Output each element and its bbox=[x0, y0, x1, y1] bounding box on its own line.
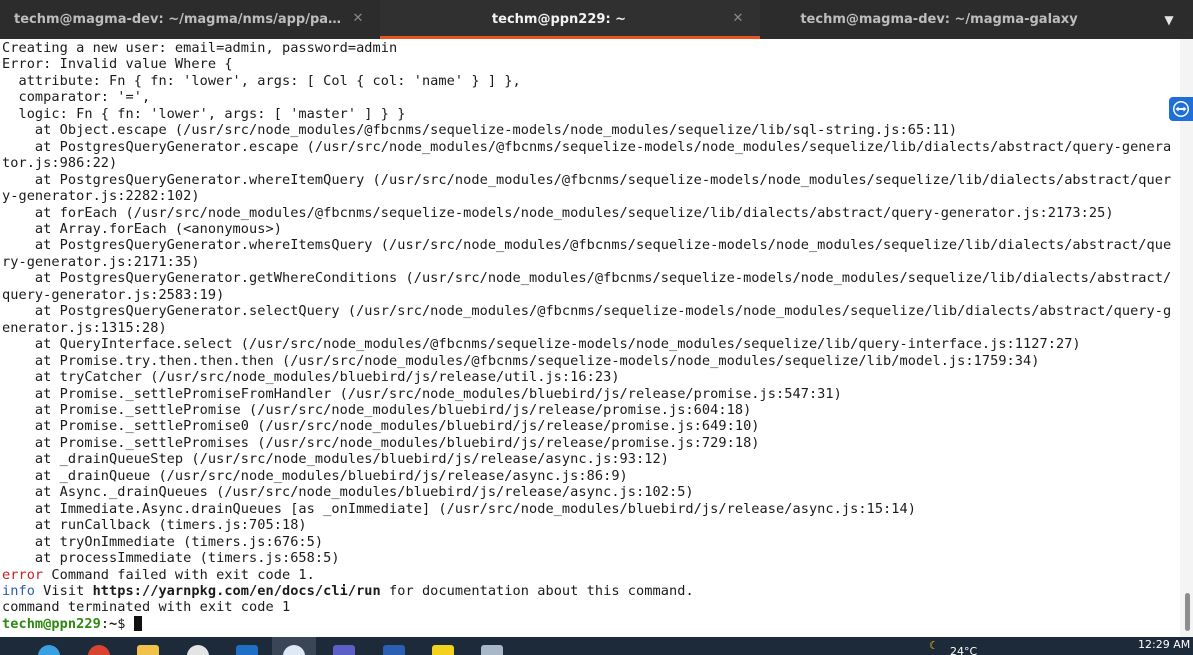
terminated-line: command terminated with exit code 1 bbox=[2, 599, 291, 616]
terminal-line: at Promise._settlePromiseFromHandler (/u… bbox=[34, 385, 842, 402]
close-icon[interactable]: ✕ bbox=[730, 11, 746, 27]
word-icon[interactable] bbox=[383, 645, 405, 655]
terminal-line: at PostgresQueryGenerator.getWhereCondit… bbox=[34, 270, 1172, 287]
chevron-down-icon[interactable]: ▼ bbox=[1161, 12, 1177, 28]
terminal-line: logic: Fn { fn: 'lower', args: [ 'master… bbox=[18, 105, 406, 122]
shell-prompt: techm@ppn229:~$ bbox=[2, 615, 142, 632]
terminal-line: at PostgresQueryGenerator.whereItemsQuer… bbox=[34, 237, 1172, 254]
tab-ppn229[interactable]: techm@ppn229: ~ ✕ bbox=[380, 0, 760, 39]
text-cursor bbox=[133, 615, 142, 631]
terminal-line: enerator.js:1315:28) bbox=[2, 319, 167, 336]
info-prefix: Visit bbox=[34, 582, 93, 599]
tab-bar: techm@magma-dev: ~/magma/nms/app/packag.… bbox=[0, 0, 1193, 39]
terminal-line: at Promise._settlePromise (/usr/src/node… bbox=[34, 401, 752, 418]
tab-title: techm@magma-dev: ~/magma/nms/app/packag.… bbox=[14, 12, 344, 27]
terminal-line: at Async._drainQueues (/usr/src/node_mod… bbox=[34, 484, 694, 501]
terminal-line: at Promise.try.then.then.then (/usr/src/… bbox=[34, 352, 1040, 369]
terminal-output[interactable]: Creating a new user: email=admin, passwo… bbox=[0, 39, 1180, 637]
terminal-line: y-generator.js:2282:102) bbox=[2, 188, 200, 205]
taskbar: ☾ 24°C 12:29 AM bbox=[0, 637, 1193, 655]
info-line: info Visit https://yarnpkg.com/en/docs/c… bbox=[2, 583, 694, 599]
terminal-line: at PostgresQueryGenerator.escape (/usr/s… bbox=[34, 138, 1172, 155]
terminal-line: at PostgresQueryGenerator.selectQuery (/… bbox=[34, 303, 1172, 320]
terminal-line: attribute: Fn { fn: 'lower', args: [ Col… bbox=[18, 72, 521, 89]
close-icon[interactable]: ✕ bbox=[350, 11, 366, 27]
teams-icon[interactable] bbox=[333, 645, 355, 655]
vertical-scrollbar[interactable] bbox=[1180, 39, 1193, 637]
terminal-line: tor.js:986:22) bbox=[2, 155, 118, 172]
teamviewer-icon[interactable] bbox=[1169, 97, 1193, 121]
terminal-line: at PostgresQueryGenerator.whereItemQuery… bbox=[34, 171, 1172, 188]
outlook-icon[interactable] bbox=[236, 645, 258, 655]
terminal-line: Creating a new user: email=admin, passwo… bbox=[2, 40, 398, 56]
sticky-notes-icon[interactable] bbox=[432, 645, 454, 655]
terminal-line: at _drainQueueStep (/usr/src/node_module… bbox=[34, 451, 669, 468]
error-line: error Command failed with exit code 1. bbox=[2, 567, 315, 583]
terminal-line: at Array.forEach (<anonymous>) bbox=[34, 220, 282, 237]
weather-temp: 24°C bbox=[950, 645, 978, 655]
error-tag: error bbox=[2, 566, 44, 583]
error-message: Command failed with exit code 1. bbox=[43, 566, 315, 583]
terminal-line: at runCallback (timers.js:705:18) bbox=[34, 517, 307, 534]
info-suffix: for documentation about this command. bbox=[380, 582, 694, 599]
tab-title: techm@magma-dev: ~/magma-galaxy bbox=[800, 12, 1078, 27]
tab-title: techm@ppn229: ~ bbox=[491, 12, 627, 27]
app-icon[interactable] bbox=[187, 645, 209, 655]
prompt-symbol: $ bbox=[117, 615, 134, 632]
app-icon-2[interactable] bbox=[481, 645, 503, 655]
teamviewer-glyph bbox=[1173, 101, 1189, 117]
terminal-line: at _drainQueue (/usr/src/node_modules/bl… bbox=[34, 467, 628, 484]
terminal-line: at tryOnImmediate (timers.js:676:5) bbox=[34, 533, 324, 550]
terminal-line: query-generator.js:2583:19) bbox=[2, 286, 225, 303]
stack-trace: Creating a new user: email=admin, passwo… bbox=[2, 40, 1171, 566]
edge-icon[interactable] bbox=[38, 645, 60, 655]
terminal-line: Error: Invalid value Where { bbox=[2, 56, 233, 73]
weather-icon[interactable]: ☾ bbox=[929, 639, 939, 652]
terminal-line: at Promise._settlePromises (/usr/src/nod… bbox=[34, 434, 760, 451]
terminal-line: at Object.escape (/usr/src/node_modules/… bbox=[34, 122, 958, 139]
folder-icon[interactable] bbox=[137, 645, 159, 655]
terminal-line: at Immediate.Async.drainQueues [as _onIm… bbox=[34, 500, 916, 517]
terminal-line: at forEach (/usr/src/node_modules/@fbcnm… bbox=[34, 204, 1114, 221]
terminal-line: at QueryInterface.select (/usr/src/node_… bbox=[34, 336, 1081, 353]
chrome-icon[interactable] bbox=[88, 645, 110, 655]
terminal-line: at Promise._settlePromise0 (/usr/src/nod… bbox=[34, 418, 760, 435]
prompt-user-host: techm@ppn229 bbox=[2, 615, 101, 632]
tab-magma-galaxy[interactable]: techm@magma-dev: ~/magma-galaxy bbox=[760, 0, 1140, 39]
docs-link[interactable]: https://yarnpkg.com/en/docs/cli/run bbox=[93, 583, 381, 599]
terminal-line: at tryCatcher (/usr/src/node_modules/blu… bbox=[34, 369, 620, 386]
terminal-line: at processImmediate (timers.js:658:5) bbox=[34, 550, 340, 567]
terminal-text: Creating a new user: email=admin, passwo… bbox=[0, 39, 1180, 632]
tab-magma-nms[interactable]: techm@magma-dev: ~/magma/nms/app/packag.… bbox=[0, 0, 380, 39]
scrollbar-thumb[interactable] bbox=[1185, 593, 1190, 631]
terminal-line: comparator: '=', bbox=[18, 89, 151, 106]
terminal-line: ry-generator.js:2171:35) bbox=[2, 253, 200, 270]
prompt-sep: : bbox=[100, 615, 110, 632]
info-tag: info bbox=[2, 582, 35, 599]
clock[interactable]: 12:29 AM bbox=[1138, 638, 1190, 651]
